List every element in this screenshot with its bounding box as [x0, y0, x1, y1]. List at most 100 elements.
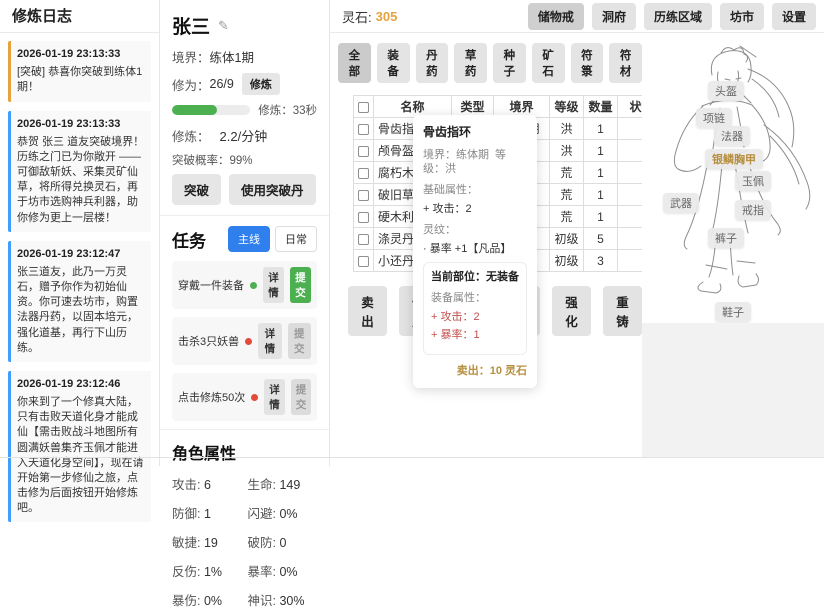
filter-tab-equipment[interactable]: 装备: [376, 43, 410, 83]
select-all-checkbox[interactable]: [358, 101, 369, 113]
task-detail-button[interactable]: 详情: [258, 323, 282, 359]
tooltip-compare-box: 当前部位：无装备 装备属性： + 攻击：2 + 暴率：1: [423, 262, 527, 355]
task-row: 穿戴一件装备 详情 提交: [172, 261, 317, 309]
log-entry: 2026-01-19 23:13:33 [突破] 恭喜你突破到练体1期！: [8, 41, 151, 102]
cultivation-value: 26/9: [209, 77, 234, 91]
realm-value: 练体1期: [209, 51, 254, 65]
slot-shoes[interactable]: 鞋子: [715, 302, 751, 322]
tooltip-equip-attr: + 攻击：2: [431, 310, 480, 323]
slot-weapon[interactable]: 武器: [663, 193, 699, 213]
tooltip-equip-attr-label: 装备属性：: [431, 291, 486, 304]
task-submit-button[interactable]: 提交: [290, 267, 311, 303]
row-checkbox[interactable]: [358, 123, 369, 135]
slot-jade-pendant[interactable]: 玉佩: [735, 171, 771, 191]
task-row: 击杀3只妖兽 详情 提交: [172, 317, 317, 365]
log-entry-text: [突破] 恭喜你突破到练体1期！: [17, 66, 143, 94]
attribute-item: 攻击: 6: [172, 478, 211, 492]
row-checkbox[interactable]: [358, 145, 369, 157]
use-breakthrough-pill-button[interactable]: 使用突破丹: [229, 174, 316, 205]
tooltip-pattern-attr: · 暴率 +1【凡品】: [423, 243, 512, 256]
log-entry: 2026-01-19 23:12:47 张三道友，此乃一万灵石，赠予你作为初始仙…: [8, 240, 151, 362]
task-name: 穿戴一件装备: [178, 280, 244, 292]
character-panel: 张三 ✎ 境界： 练体1期 修为： 26/9 修炼 修炼：33秒 修炼： 2.2…: [160, 0, 330, 608]
character-name: 张三: [172, 17, 211, 38]
attribute-item: 暴伤: 0%: [172, 594, 223, 608]
tooltip-realm: 境界：练体期: [423, 148, 489, 161]
tooltip-item-name: 骨齿指环: [423, 125, 472, 139]
task-name: 击杀3只妖兽: [178, 336, 240, 348]
tooltip-pattern-label: 灵纹：: [423, 223, 456, 236]
row-checkbox[interactable]: [358, 189, 369, 201]
attribute-item: 破防: 0: [247, 536, 287, 550]
filter-tab-herbs[interactable]: 草药: [454, 43, 487, 83]
nav-storage-ring-button[interactable]: 储物戒: [527, 2, 584, 30]
slot-pants[interactable]: 裤子: [708, 228, 744, 248]
slot-ring[interactable]: 戒指: [735, 200, 771, 220]
sell-button[interactable]: 卖出: [348, 286, 387, 336]
breakthrough-chance-value: 99%: [229, 155, 253, 167]
log-entry-time: 2026-01-19 23:12:47: [17, 247, 121, 260]
nav-market-button[interactable]: 坊市: [719, 2, 764, 30]
task-complete-icon: [250, 281, 257, 289]
equipment-figure-area: 头盔 项链 法器 银鳞胸甲 玉佩 武器 戒指 裤子 鞋子: [642, 33, 824, 466]
tooltip-base-attr: + 攻击：2: [423, 203, 472, 216]
row-checkbox[interactable]: [358, 233, 369, 245]
slot-chest-armor[interactable]: 银鳞胸甲: [705, 149, 763, 169]
filter-tab-talismans[interactable]: 符箓: [570, 43, 604, 83]
attributes-title: 角色属性: [172, 446, 237, 463]
nav-cave-button[interactable]: 洞府: [591, 2, 636, 30]
log-entry-time: 2026-01-19 23:13:33: [17, 48, 121, 60]
nav-settings-button[interactable]: 设置: [771, 2, 816, 30]
cultivate-button[interactable]: 修炼: [241, 73, 280, 95]
attributes-grid: 攻击: 6 生命: 149 防御: 1 闪避: 0% 敏捷: 19 破防: 0 …: [172, 474, 317, 609]
attribute-item: 敏捷: 19: [172, 536, 218, 550]
row-checkbox[interactable]: [358, 211, 369, 223]
task-submit-button[interactable]: 提交: [290, 379, 312, 415]
task-incomplete-icon: [245, 337, 253, 345]
task-detail-button[interactable]: 详情: [263, 267, 284, 303]
breakthrough-chance-label: 突破概率：: [172, 155, 230, 167]
filter-tab-talisman-materials[interactable]: 符材: [609, 43, 642, 83]
enhance-button[interactable]: 强化: [552, 286, 591, 336]
tooltip-base-attr-label: 基础属性：: [423, 184, 478, 197]
tooltip-current-slot: 当前部位：无装备: [431, 271, 519, 284]
task-incomplete-icon: [251, 393, 259, 401]
task-list: 穿戴一件装备 详情 提交 击杀3只妖兽 详情 提交 点击修炼50次 详情 提交: [172, 261, 317, 421]
page-bottom-divider: [0, 457, 824, 458]
task-row: 点击修炼50次 详情 提交: [172, 373, 317, 421]
attribute-item: 防御: 1: [172, 507, 211, 521]
timer-label: 修炼：: [258, 105, 293, 117]
task-submit-button[interactable]: 提交: [287, 323, 311, 359]
spirit-stone-label: 灵石:: [342, 9, 372, 25]
log-entry-text: 你来到了一个修真大陆，只有击败天道化身才能成仙【需击败战斗地图所有圆满妖兽集齐玉…: [17, 396, 144, 515]
log-entry-time: 2026-01-19 23:13:33: [17, 117, 121, 130]
nav-adventure-zone-button[interactable]: 历练区域: [643, 2, 712, 30]
task-detail-button[interactable]: 详情: [264, 379, 285, 415]
slot-necklace[interactable]: 项链: [696, 108, 732, 128]
realm-label: 境界：: [172, 51, 210, 65]
log-entry-text: 恭贺 张三 道友突破境界！历练之门已为你敞开 —— 可御敌斩妖、采集灵矿仙草，将…: [17, 135, 145, 224]
cultivation-label: 修为：: [172, 78, 210, 93]
row-checkbox[interactable]: [358, 167, 369, 179]
breakthrough-button[interactable]: 突破: [172, 174, 222, 205]
reforge-button[interactable]: 重铸: [603, 286, 642, 336]
filter-tab-all[interactable]: 全部: [338, 43, 371, 83]
log-entry-time: 2026-01-19 23:12:46: [17, 377, 121, 390]
attribute-item: 神识: 30%: [247, 594, 305, 608]
figure-area-background: [642, 323, 824, 457]
task-name: 点击修炼50次: [178, 392, 246, 404]
tab-daily-tasks[interactable]: 日常: [275, 226, 317, 252]
log-entry-list: 2026-01-19 23:13:33 [突破] 恭喜你突破到练体1期！ 202…: [0, 33, 159, 523]
filter-tab-ores[interactable]: 矿石: [531, 43, 565, 83]
tab-main-tasks[interactable]: 主线: [228, 226, 270, 252]
attribute-item: 反伤: 1%: [172, 565, 223, 579]
cultivation-log-panel: 修炼日志 2026-01-19 23:13:33 [突破] 恭喜你突破到练体1期…: [0, 0, 160, 523]
tasks-title: 任务: [172, 231, 206, 251]
cultivator-figure-art: [673, 45, 811, 294]
row-checkbox[interactable]: [358, 255, 369, 267]
edit-name-icon[interactable]: ✎: [218, 18, 229, 34]
slot-artifact[interactable]: 法器: [714, 126, 750, 146]
filter-tab-seeds[interactable]: 种子: [493, 43, 526, 83]
filter-tab-pills[interactable]: 丹药: [415, 43, 449, 83]
slot-helmet[interactable]: 头盔: [708, 81, 744, 101]
